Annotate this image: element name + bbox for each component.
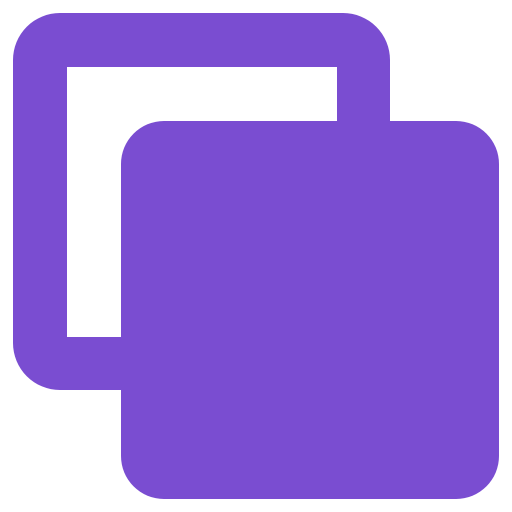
copy-icon-container [0, 0, 512, 512]
copy-icon [13, 13, 499, 499]
copy-icon-front-square [121, 121, 499, 499]
